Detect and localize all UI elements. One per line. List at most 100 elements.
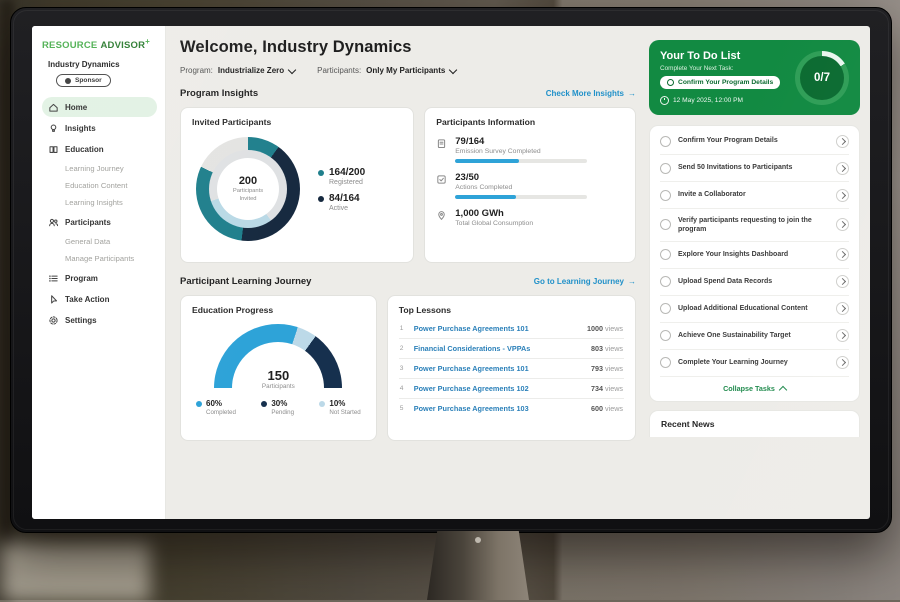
task-label: Upload Spend Data Records <box>678 277 829 286</box>
task-chevron-button[interactable] <box>836 302 849 315</box>
todo-task-item[interactable]: Achieve One Sustainability Target <box>660 323 849 350</box>
task-checkbox[interactable] <box>660 136 671 147</box>
lesson-rank: 5 <box>400 405 407 412</box>
sidebar-item-insights[interactable]: Insights <box>42 118 157 138</box>
lesson-title-link[interactable]: Financial Considerations - VPPAs <box>414 344 584 353</box>
invited-donut-outer: 200 Participants Invited <box>196 137 300 241</box>
program-select-value: Industrialize Zero <box>218 66 284 75</box>
sidebar-item-learning-insights[interactable]: Learning Insights <box>42 194 157 211</box>
go-to-learning-journey-link[interactable]: Go to Learning Journey → <box>534 277 636 286</box>
task-chevron-button[interactable] <box>836 189 849 202</box>
target-icon <box>667 79 674 86</box>
sidebar: RESOURCEADVISOR+ Industry Dynamics Spons… <box>32 26 166 519</box>
collapse-tasks-button[interactable]: Collapse Tasks <box>660 377 849 397</box>
donut-center-label: Participants Invited <box>226 188 270 202</box>
sidebar-item-label: General Data <box>65 237 110 246</box>
task-chevron-button[interactable] <box>836 162 849 175</box>
task-chevron-button[interactable] <box>836 356 849 369</box>
task-label: Confirm Your Program Details <box>678 136 829 145</box>
task-label: Upload Additional Educational Content <box>678 304 829 313</box>
todo-task-item[interactable]: Complete Your Learning Journey <box>660 350 849 377</box>
clipboard-icon <box>436 138 447 149</box>
sidebar-item-label: Program <box>65 274 98 283</box>
legend-dot <box>318 170 324 176</box>
todo-title: Your To Do List <box>660 50 787 62</box>
sidebar-item-label: Learning Journey <box>65 164 124 173</box>
task-checkbox[interactable] <box>660 249 671 260</box>
card-title: Top Lessons <box>399 305 624 315</box>
cursor-icon <box>48 294 59 305</box>
legend-item-not-started: 10% Not Started <box>319 399 360 416</box>
legend-dot <box>318 196 324 202</box>
list-icon <box>48 273 59 284</box>
task-checkbox[interactable] <box>660 219 671 230</box>
task-label: Complete Your Learning Journey <box>678 358 829 367</box>
todo-task-item[interactable]: Upload Spend Data Records <box>660 269 849 296</box>
sidebar-item-label: Education Content <box>65 181 127 190</box>
task-chevron-button[interactable] <box>836 218 849 231</box>
lesson-title-link[interactable]: Power Purchase Agreements 102 <box>414 384 584 393</box>
lesson-row[interactable]: 2 Financial Considerations - VPPAs 803vi… <box>399 339 624 359</box>
sidebar-item-manage-participants[interactable]: Manage Participants <box>42 250 157 267</box>
task-chevron-button[interactable] <box>836 135 849 148</box>
next-task-pill[interactable]: Confirm Your Program Details <box>660 76 780 89</box>
legend-item-completed: 60% Completed <box>196 399 236 416</box>
lesson-row[interactable]: 4 Power Purchase Agreements 102 734views <box>399 379 624 399</box>
clock-icon <box>660 96 669 105</box>
todo-progress-count: 0/7 <box>800 56 844 100</box>
info-row-survey: 79/164 Emission Survey Completed <box>436 136 624 163</box>
task-checkbox[interactable] <box>660 357 671 368</box>
home-icon <box>48 102 59 113</box>
sidebar-item-education-content[interactable]: Education Content <box>42 177 157 194</box>
task-checkbox[interactable] <box>660 190 671 201</box>
task-checkbox[interactable] <box>660 330 671 341</box>
lesson-row[interactable]: 1 Power Purchase Agreements 101 1000view… <box>399 319 624 339</box>
sidebar-item-settings[interactable]: Settings <box>42 310 157 330</box>
todo-task-item[interactable]: Explore Your Insights Dashboard <box>660 242 849 269</box>
sidebar-item-program[interactable]: Program <box>42 268 157 288</box>
lesson-row[interactable]: 3 Power Purchase Agreements 101 793views <box>399 359 624 379</box>
todo-task-item[interactable]: Upload Additional Educational Content <box>660 296 849 323</box>
sidebar-item-take-action[interactable]: Take Action <box>42 289 157 309</box>
lesson-row[interactable]: 5 Power Purchase Agreements 103 600views <box>399 399 624 418</box>
chevron-right-icon <box>839 359 846 366</box>
task-checkbox[interactable] <box>660 303 671 314</box>
todo-task-item[interactable]: Send 50 Invitations to Participants <box>660 155 849 182</box>
lesson-title-link[interactable]: Power Purchase Agreements 103 <box>414 404 584 413</box>
education-progress-gauge: 150 Participants <box>214 324 342 390</box>
task-checkbox[interactable] <box>660 163 671 174</box>
check-more-insights-link[interactable]: Check More Insights → <box>546 89 636 98</box>
sidebar-item-learning-journey[interactable]: Learning Journey <box>42 160 157 177</box>
todo-task-item[interactable]: Invite a Collaborator <box>660 182 849 209</box>
task-checkbox[interactable] <box>660 276 671 287</box>
sidebar-item-participants[interactable]: Participants <box>42 212 157 232</box>
monitor-stand <box>427 531 529 600</box>
chevron-right-icon <box>839 221 846 228</box>
todo-column: Your To Do List Complete Your Next Task:… <box>648 26 870 519</box>
info-row-actions: 23/50 Actions Completed <box>436 172 624 199</box>
sidebar-nav: Home Insights Education Learning Journey… <box>42 97 157 330</box>
task-label: Achieve One Sustainability Target <box>678 331 829 340</box>
donut-center-value: 200 <box>239 175 257 187</box>
sidebar-item-label: Settings <box>65 316 97 325</box>
survey-progress-bar <box>455 159 587 163</box>
sidebar-item-label: Education <box>65 145 104 154</box>
lesson-title-link[interactable]: Power Purchase Agreements 101 <box>414 324 580 333</box>
lesson-title-link[interactable]: Power Purchase Agreements 101 <box>414 364 584 373</box>
legend-item-active: 84/164 Active <box>318 193 365 212</box>
lesson-rank: 2 <box>400 345 407 352</box>
program-select[interactable]: Industrialize Zero <box>218 66 295 75</box>
sidebar-item-home[interactable]: Home <box>42 97 157 117</box>
info-row-consumption: 1,000 GWh Total Global Consumption <box>436 208 624 227</box>
participants-select[interactable]: Only My Participants <box>366 66 456 75</box>
task-chevron-button[interactable] <box>836 275 849 288</box>
todo-task-item[interactable]: Confirm Your Program Details <box>660 128 849 155</box>
education-progress-card: Education Progress 150 Participants <box>180 295 377 441</box>
task-chevron-button[interactable] <box>836 248 849 261</box>
recent-news-header: Recent News <box>649 410 860 437</box>
task-chevron-button[interactable] <box>836 329 849 342</box>
sidebar-item-general-data[interactable]: General Data <box>42 233 157 250</box>
todo-task-item[interactable]: Verify participants requesting to join t… <box>660 209 849 242</box>
sidebar-item-education[interactable]: Education <box>42 139 157 159</box>
monitor-bezel: RESOURCEADVISOR+ Industry Dynamics Spons… <box>10 7 892 533</box>
